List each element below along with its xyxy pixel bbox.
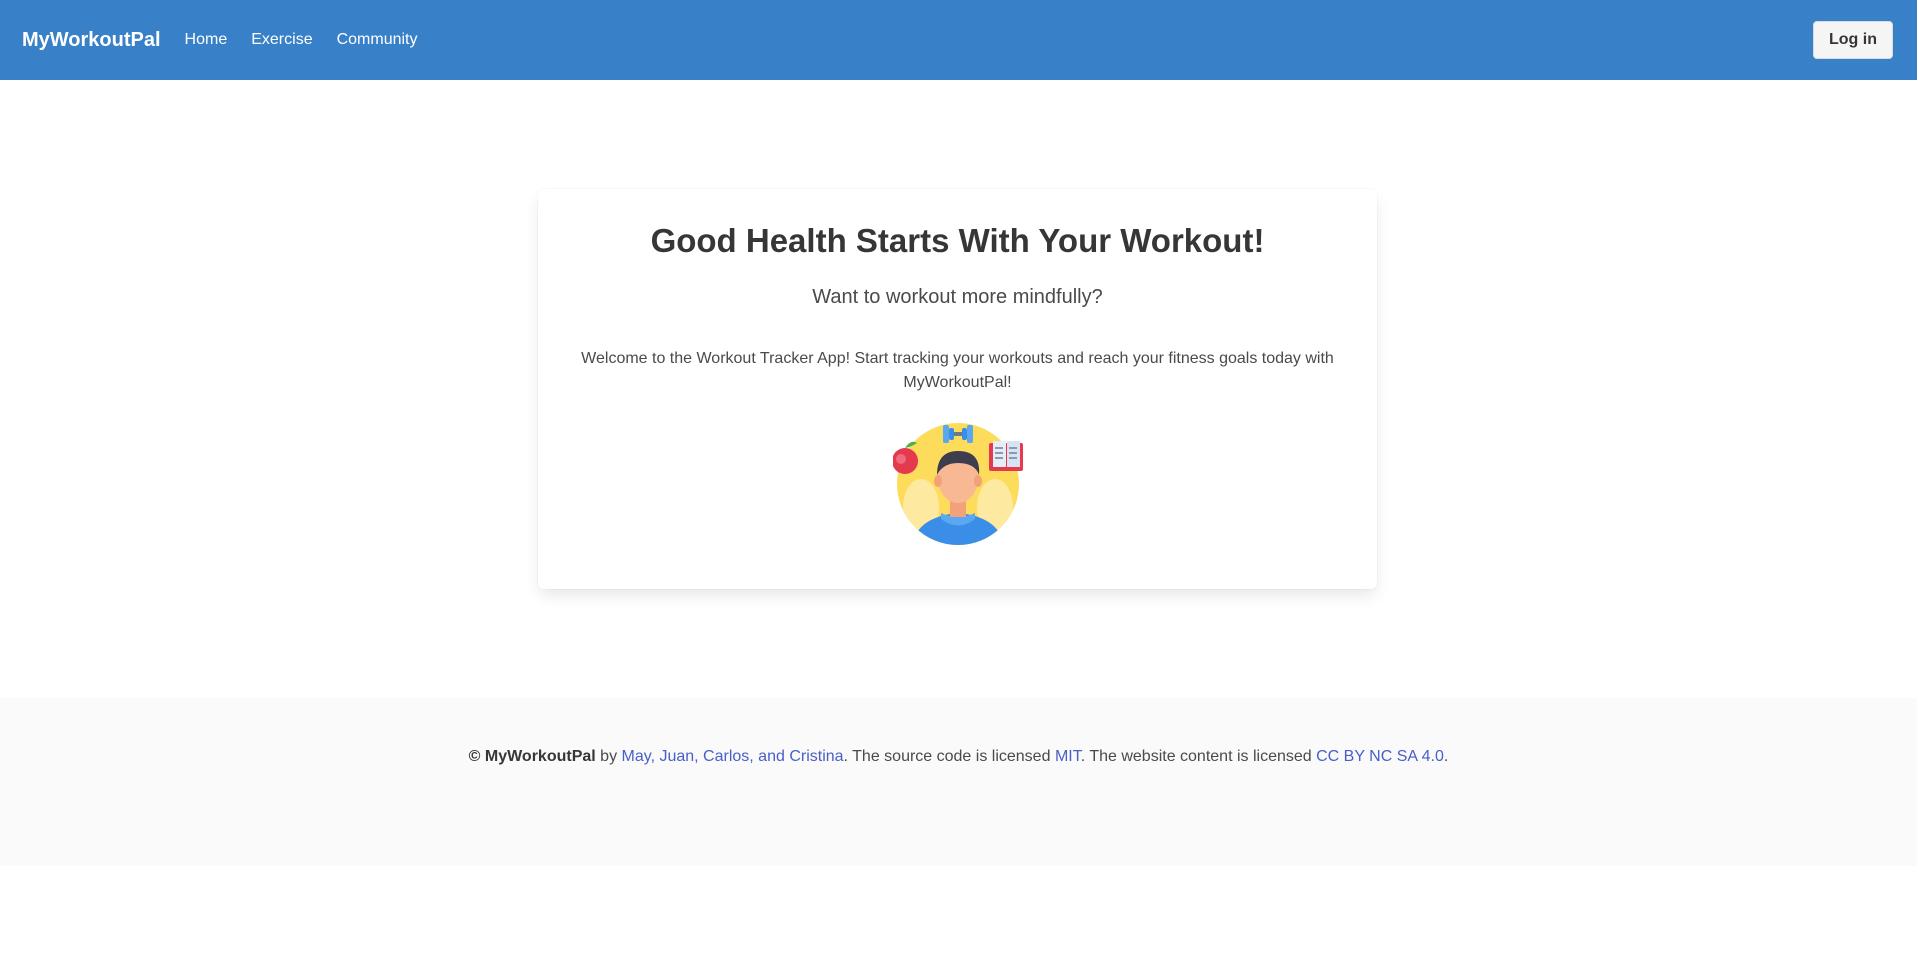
navbar: MyWorkoutPal Home Exercise Community Log… [0, 0, 1917, 80]
footer-mit-link[interactable]: MIT [1055, 748, 1081, 765]
brand-link[interactable]: MyWorkoutPal [22, 29, 161, 52]
hero-card: Good Health Starts With Your Workout! Wa… [538, 189, 1377, 589]
footer: © MyWorkoutPal by May, Juan, Carlos, and… [0, 698, 1917, 866]
footer-text: © MyWorkoutPal by May, Juan, Carlos, and… [0, 748, 1917, 766]
footer-by: by [600, 748, 618, 765]
nav-link-home[interactable]: Home [185, 31, 228, 49]
footer-authors-link[interactable]: May, Juan, Carlos, and Cristina [622, 748, 844, 765]
hero-text: Welcome to the Workout Tracker App! Star… [581, 350, 1334, 391]
footer-cc-link[interactable]: CC BY NC SA 4.0 [1316, 748, 1444, 765]
nav-link-exercise[interactable]: Exercise [251, 31, 312, 49]
footer-end: . [1443, 748, 1449, 765]
book-icon [988, 441, 1023, 471]
nav-link-community[interactable]: Community [337, 31, 418, 49]
footer-copyright: © MyWorkoutPal [468, 748, 596, 765]
login-button[interactable]: Log in [1813, 21, 1893, 59]
footer-source-text: . The source code is licensed [843, 748, 1051, 765]
fitness-person-icon [891, 423, 1023, 545]
fitness-person-illustration [891, 417, 1023, 547]
footer-content-text: . The website content is licensed [1080, 748, 1312, 765]
hero-subtitle: Want to workout more mindfully? [812, 286, 1103, 308]
hero-title: Good Health Starts With Your Workout! [650, 222, 1265, 259]
